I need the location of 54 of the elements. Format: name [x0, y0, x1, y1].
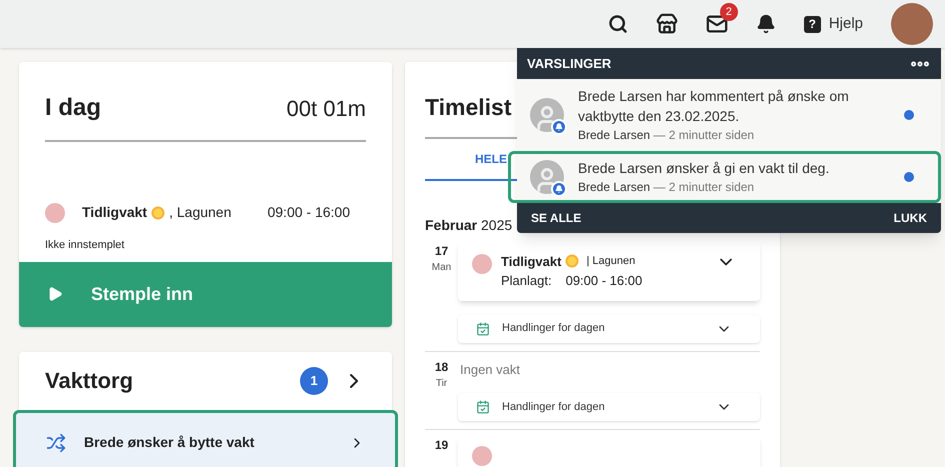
notification-item[interactable]: Brede Larsen har kommentert på ønske om vaktbytte den 23.02.2025. Brede Larsen — 2 minutter siden — [517, 79, 941, 151]
shift-card[interactable]: Tidligvakt | Lagunen Planlagt: 09:00 - 16:00 — [458, 242, 760, 300]
profile-avatar[interactable] — [891, 3, 933, 45]
card-title: I dag — [45, 93, 102, 123]
shift-time: 09:00 - 16:00 — [267, 203, 350, 222]
notification-text: Brede Larsen ønsker å gi en vakt til deg. — [578, 159, 830, 178]
mail-icon[interactable] — [706, 13, 728, 35]
close-button[interactable]: LUKK — [894, 209, 927, 227]
help-link[interactable]: ? Hjelp — [804, 12, 863, 36]
time-ago: — 2 minutter siden — [653, 180, 754, 194]
day-actions-dropdown[interactable]: Handlinger for dagen — [458, 314, 760, 342]
panel-title: VARSLINGER — [527, 54, 612, 73]
swap-request-item[interactable]: Brede ønsker å bytte vakt — [13, 410, 398, 467]
help-icon: ? — [804, 16, 821, 32]
shift-location: , Lagunen — [169, 203, 232, 222]
time-ago: — 2 minutter siden — [653, 128, 754, 142]
bell-icon[interactable] — [756, 14, 776, 34]
weekday-text: Man — [430, 260, 452, 274]
card-title: Timelist — [425, 94, 512, 120]
shift-name: Tidligvakt — [501, 252, 562, 271]
author-name: Brede Larsen — [578, 128, 650, 142]
clock-status-text: Ikke innstemplet — [45, 238, 126, 253]
calendar-edit-icon — [476, 400, 490, 414]
duration-text: 00t 01m — [286, 94, 366, 122]
bell-icon — [551, 181, 567, 197]
store-icon[interactable] — [656, 13, 678, 35]
search-icon[interactable] — [608, 14, 628, 34]
play-icon — [47, 286, 63, 302]
see-all-button[interactable]: SE ALLE — [531, 209, 582, 227]
planned-label: Planlagt: — [501, 272, 552, 290]
tab[interactable]: HELE — [475, 150, 508, 168]
count-badge: 1 — [300, 366, 328, 394]
month-heading: Februar 2025 — [425, 216, 512, 234]
shift-time: 09:00 - 16:00 — [566, 272, 642, 290]
shift-location: | Lagunen — [586, 254, 636, 269]
sun-face-icon — [565, 254, 580, 268]
avatar-placeholder — [530, 98, 564, 132]
calendar-edit-icon — [476, 322, 490, 336]
notification-text: Brede Larsen har kommentert på ønske om vaktbytte den 23.02.2025. — [578, 87, 850, 126]
sun-face-icon — [151, 206, 166, 220]
shift-name: Tidligvakt — [82, 203, 148, 222]
day-number: 18 — [434, 358, 450, 376]
weekday-text: Tir — [434, 376, 448, 390]
day-actions-dropdown[interactable]: Handlinger for dagen — [458, 393, 760, 421]
card-title: Vakttorg — [45, 367, 134, 395]
unread-count-badge: 2 — [720, 3, 738, 21]
author-name: Brede Larsen — [578, 180, 650, 194]
shuffle-icon — [46, 432, 66, 452]
day-number: 19 — [434, 437, 450, 454]
avatar-placeholder — [530, 160, 564, 194]
bell-icon — [551, 119, 567, 135]
notification-item[interactable]: Brede Larsen ønsker å gi en vakt til deg. Brede Larsen — 2 minutter siden — [508, 151, 941, 203]
day-number: 17 — [434, 242, 450, 260]
no-shift-text: Ingen vakt — [459, 360, 521, 379]
